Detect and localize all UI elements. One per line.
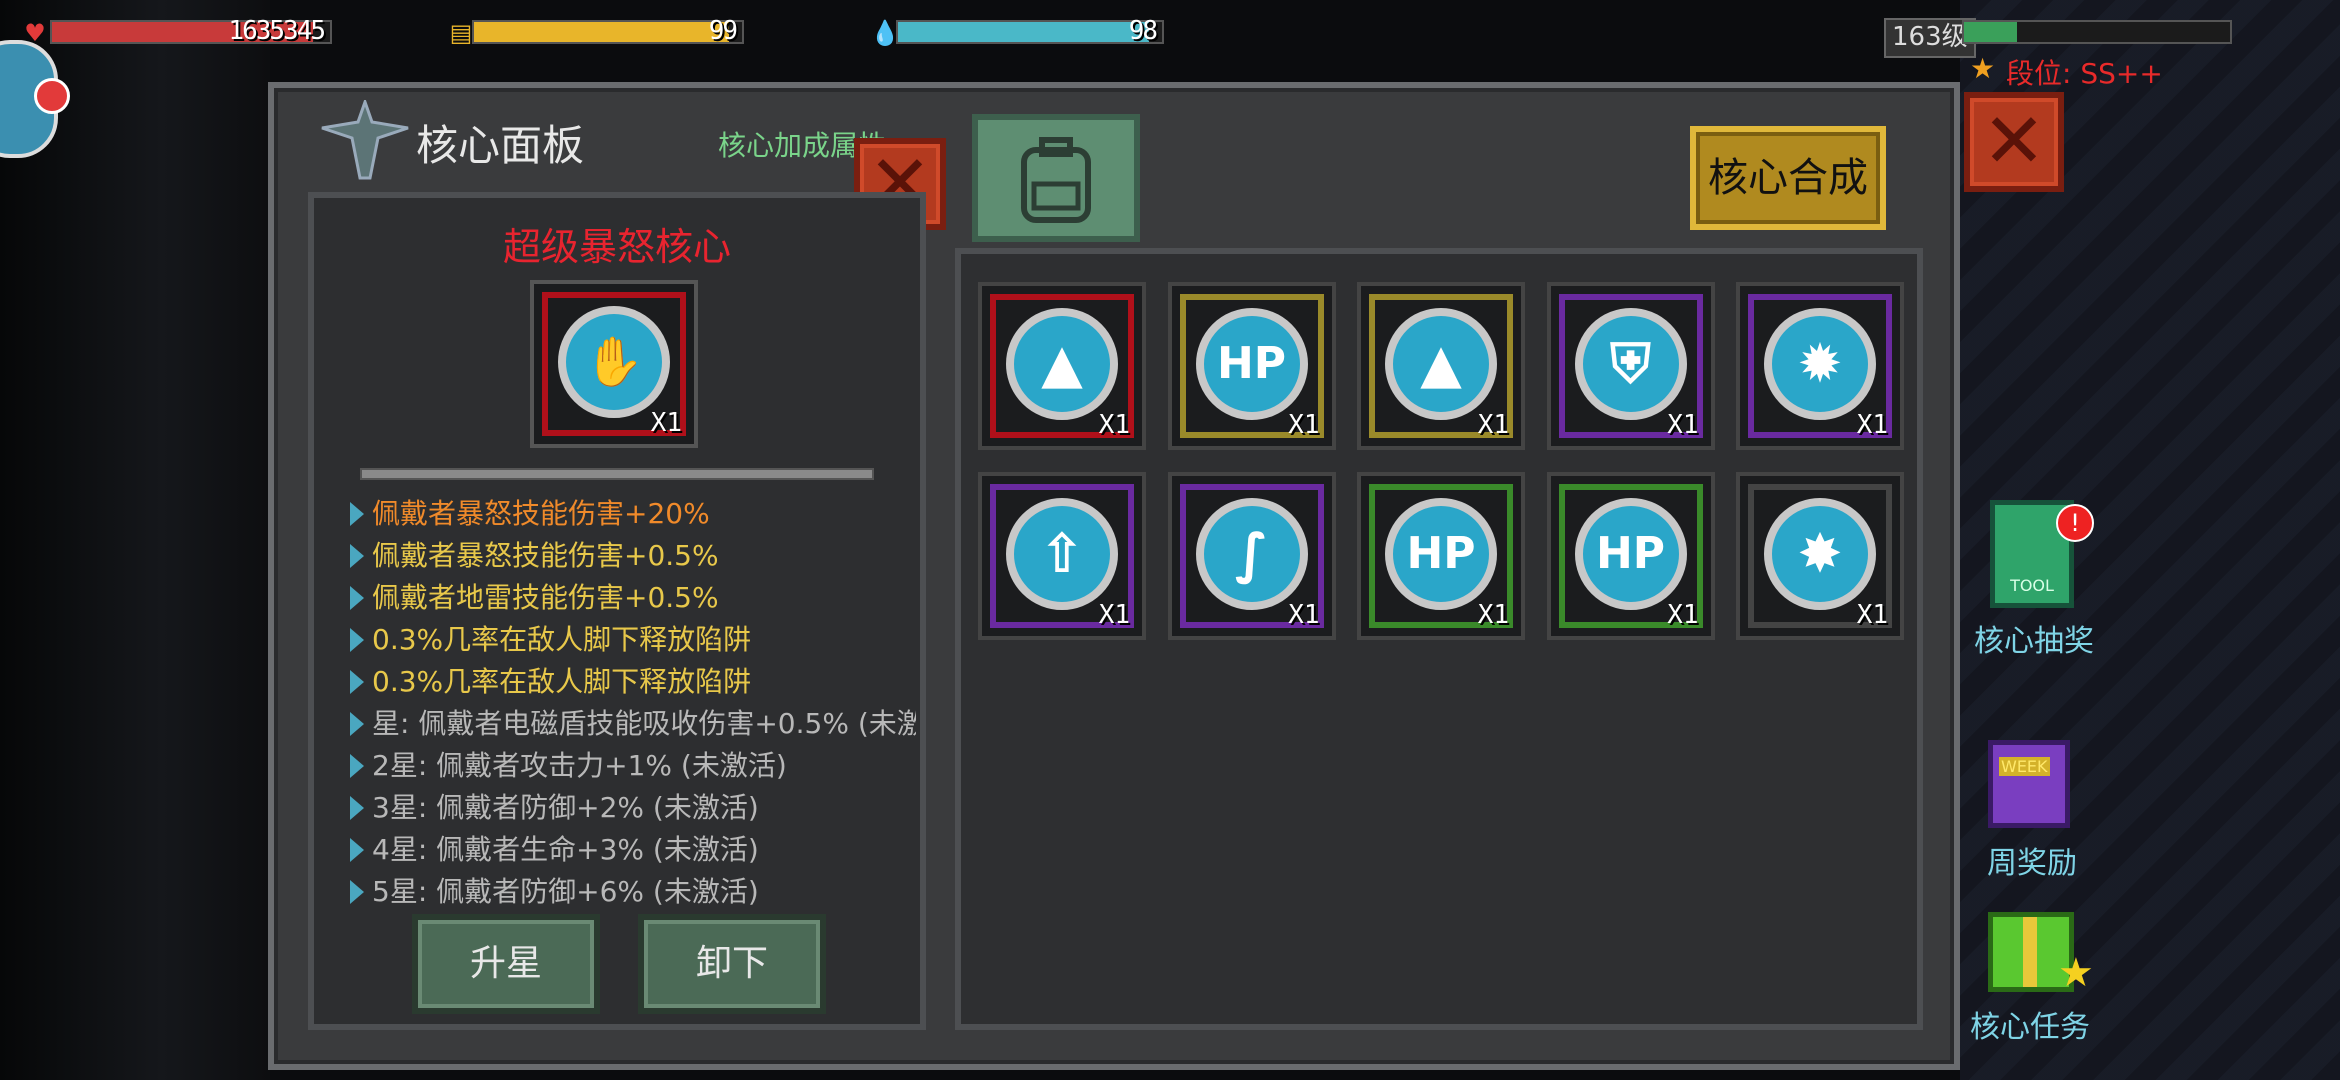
stat-line: 佩戴者暴怒技能伤害+0.5% xyxy=(350,534,916,574)
rocket-icon: ▲ xyxy=(1006,308,1118,420)
notification-dot xyxy=(34,78,70,114)
task-star-icon: ★ xyxy=(2058,950,2094,996)
background-left xyxy=(0,0,270,1080)
inventory-core-slot[interactable]: HP X1 xyxy=(1546,472,1715,640)
blade-icon: ∫ xyxy=(1195,498,1308,610)
stat-line: 星: 佩戴者电磁盾技能吸收伤害+0.5% (未激活) xyxy=(350,702,916,742)
shield-icon: ⛨ xyxy=(1574,308,1687,420)
stat-text: 5星: 佩戴者防御+6% (未激活) xyxy=(372,875,759,908)
stat-text: 4星: 佩戴者生命+3% (未激活) xyxy=(372,833,759,866)
core-count: X1 xyxy=(1288,410,1320,440)
bullet-triangle-icon xyxy=(350,628,364,652)
panel-title: 核心面板 xyxy=(416,121,585,170)
core-count: X1 xyxy=(1667,600,1699,630)
stat-text: 星: 佩戴者电磁盾技能吸收伤害+0.5% (未激活) xyxy=(372,707,916,740)
core-tasks-label: 核心任务 xyxy=(1970,1010,2090,1045)
bullet-triangle-icon xyxy=(350,670,364,694)
divider xyxy=(360,468,874,480)
heart-icon: ♥ xyxy=(24,19,46,47)
bullet-triangle-icon xyxy=(350,502,364,526)
hp-icon: HP xyxy=(1574,498,1687,610)
core-count: X1 xyxy=(1098,600,1130,630)
unequip-button[interactable]: 卸下 xyxy=(638,914,826,1014)
core-lottery-button[interactable]: TOOL ! xyxy=(1990,500,2094,612)
core-count: X1 xyxy=(1098,410,1130,440)
fist-icon: ✋ xyxy=(558,306,670,418)
core-synthesis-button[interactable]: 核心合成 xyxy=(1690,126,1886,230)
stat-text: 佩戴者地雷技能伤害+0.5% xyxy=(372,581,719,614)
bullet-triangle-icon xyxy=(350,880,364,904)
water-bar: 98 xyxy=(896,16,1164,46)
stat-line: 5星: 佩戴者防御+6% (未激活) xyxy=(350,870,916,910)
backpack-icon xyxy=(1021,137,1091,223)
close-panel-button[interactable]: ✕ xyxy=(1964,92,2064,192)
stat-text: 0.3%几率在敌人脚下释放陷阱 xyxy=(372,623,752,656)
stat-line: 4星: 佩戴者生命+3% (未激活) xyxy=(350,828,916,868)
energy-orb-icon: ✹ xyxy=(1764,308,1876,420)
stat-text: 0.3%几率在敌人脚下释放陷阱 xyxy=(372,665,752,698)
stat-line: 佩戴者暴怒技能伤害+20% xyxy=(350,492,916,532)
core-count: X1 xyxy=(1856,600,1888,630)
inventory-core-slot[interactable]: HP X1 xyxy=(1167,282,1336,450)
bullet-triangle-icon xyxy=(350,544,364,568)
xp-bar xyxy=(1962,20,2232,44)
bullet-triangle-icon xyxy=(350,796,364,820)
weekly-book-icon: WEEK xyxy=(1988,740,2070,828)
inventory-core-slot[interactable]: ⛨ X1 xyxy=(1546,282,1715,450)
hp-icon: HP xyxy=(1385,498,1497,610)
core-count: X1 xyxy=(1477,600,1509,630)
hp-icon: HP xyxy=(1195,308,1308,420)
weekly-reward-label: 周奖励 xyxy=(1987,846,2077,881)
core-count: X1 xyxy=(1856,410,1888,440)
stat-line: 2星: 佩戴者攻击力+1% (未激活) xyxy=(350,744,916,784)
equipped-core-count: X1 xyxy=(650,408,682,438)
rocket-icon: ▲ xyxy=(1385,308,1497,420)
bullet-triangle-icon xyxy=(350,838,364,862)
bullet-triangle-icon xyxy=(350,712,364,736)
stat-text: 2星: 佩戴者攻击力+1% (未激活) xyxy=(372,749,787,782)
core-count: X1 xyxy=(1477,410,1509,440)
core-count: X1 xyxy=(1288,600,1320,630)
weekly-reward-button[interactable]: WEEK xyxy=(1988,740,2074,832)
stat-text: 佩戴者暴怒技能伤害+20% xyxy=(372,497,710,530)
equipped-core-slot[interactable]: ✋ X1 xyxy=(530,280,698,448)
stat-text: 3星: 佩戴者防御+2% (未激活) xyxy=(372,791,759,824)
bullet-triangle-icon xyxy=(350,754,364,778)
hp-value: 1635345 xyxy=(228,16,326,46)
water-value: 98 xyxy=(1128,16,1158,46)
alert-badge-icon: ! xyxy=(2056,504,2094,542)
stat-line: 3星: 佩戴者防御+2% (未激活) xyxy=(350,786,916,826)
hp-bar: 1635345 xyxy=(50,16,332,46)
explosion-icon: ✸ xyxy=(1764,498,1876,610)
core-tasks-button[interactable]: ★ xyxy=(1988,898,2094,998)
stat-line: 佩戴者地雷技能伤害+0.5% xyxy=(350,576,916,616)
inventory-core-slot[interactable]: ✹ X1 xyxy=(1736,282,1904,450)
week-label: WEEK xyxy=(1999,757,2050,776)
inventory-core-slot[interactable]: ✸ X1 xyxy=(1736,472,1904,640)
bullet-triangle-icon xyxy=(350,586,364,610)
tool-label: TOOL xyxy=(2010,576,2054,595)
core-count: X1 xyxy=(1667,410,1699,440)
energy-bar: 99 xyxy=(472,16,744,46)
stat-line: 0.3%几率在敌人脚下释放陷阱 xyxy=(350,660,916,700)
rank-label: 段位: SS++ xyxy=(2006,57,2163,90)
inventory-core-slot[interactable]: ∫ X1 xyxy=(1167,472,1336,640)
core-lottery-label: 核心抽奖 xyxy=(1974,624,2094,659)
inventory-core-slot[interactable]: HP X1 xyxy=(1357,472,1525,640)
star-icon: ★ xyxy=(1970,52,1996,85)
arrow-up-icon: ⇧ xyxy=(1006,498,1118,610)
stat-line: 0.3%几率在敌人脚下释放陷阱 xyxy=(350,618,916,658)
core-name: 超级暴怒核心 xyxy=(502,225,731,269)
stat-text: 佩戴者暴怒技能伤害+0.5% xyxy=(372,539,719,572)
inventory-core-slot[interactable]: ▲ X1 xyxy=(978,282,1146,450)
tab-backpack[interactable] xyxy=(972,114,1140,242)
core-emblem-icon xyxy=(320,97,410,180)
inventory-core-slot[interactable]: ▲ X1 xyxy=(1357,282,1525,450)
energy-value: 99 xyxy=(708,16,738,46)
upgrade-star-button[interactable]: 升星 xyxy=(412,914,600,1014)
inventory-core-slot[interactable]: ⇧ X1 xyxy=(978,472,1146,640)
